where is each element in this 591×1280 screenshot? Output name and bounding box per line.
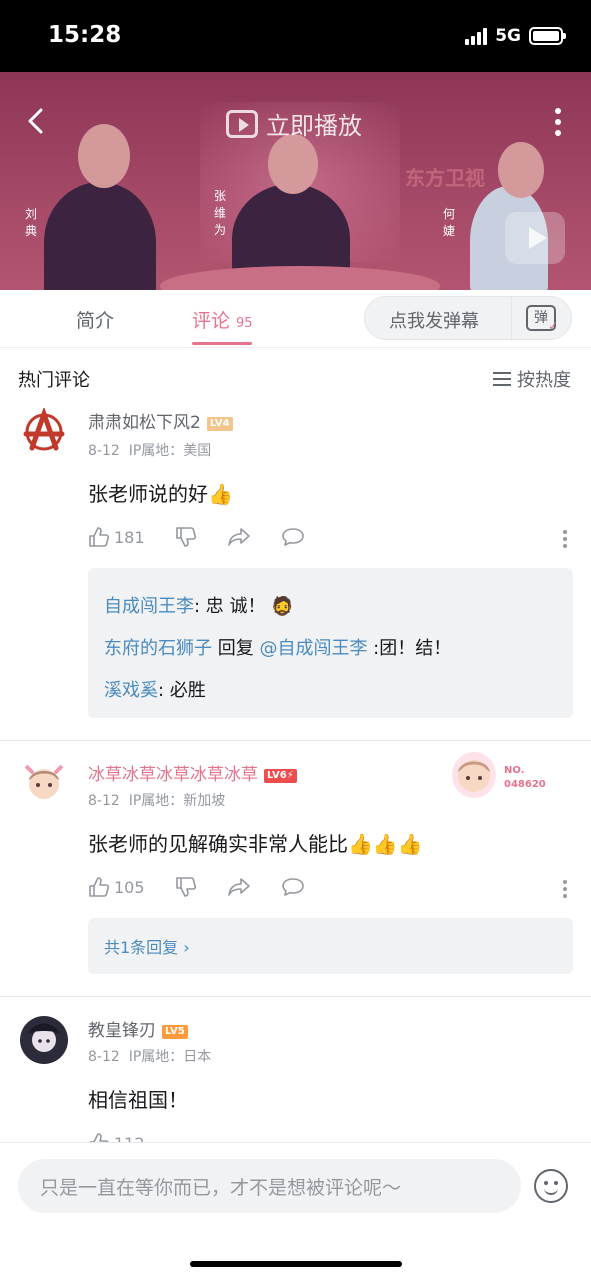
fan-number: NO. 048620 [504,765,546,790]
play-now-button[interactable]: 立即播放 [226,106,362,141]
like-button[interactable]: 181 [88,526,145,548]
status-bar: 15:28 5G [0,0,591,72]
reply-username[interactable]: 自成闯王李 [104,596,194,617]
more-icon[interactable] [555,108,561,136]
username[interactable]: 肃肃如松下风2 LV4 [88,408,233,433]
check-icon: ✓ [548,319,559,333]
thumbs-down-icon[interactable] [175,526,197,548]
user-avatar[interactable] [20,1016,68,1064]
thumbs-down-icon[interactable] [175,876,197,898]
fan-badge-avatar [452,752,496,798]
ip-location: IP属地：日本 [128,1049,212,1065]
like-button[interactable]: 112 [88,1132,145,1142]
tab-intro[interactable]: 简介 [76,306,114,333]
comment-date: 8-12 [88,443,120,459]
tab-comments-label: 评论 [192,310,231,332]
level-badge: LV6⚡ [264,769,297,783]
comment-text: 张老师的见解确实非常人能比👍👍👍 [88,832,423,856]
reply-icon[interactable] [281,526,305,548]
comment-date: 8-12 [88,793,120,809]
home-indicator [190,1261,402,1267]
danmu-placeholder: 点我发弹幕 [389,311,479,332]
comment-count: 95 [236,316,253,331]
ip-location: IP属地：美国 [128,443,212,459]
reply-icon[interactable] [281,876,305,898]
tab-comments[interactable]: 评论 95 [192,306,253,333]
caption-right: 何婕 [442,207,455,238]
level-badge: LV4 [206,417,233,431]
user-avatar[interactable] [20,758,68,806]
user-avatar[interactable] [20,408,68,456]
tab-active-indicator [192,342,252,345]
tv-icon [226,109,258,138]
reply-username[interactable]: 溪戏奚 [104,680,158,701]
video-watermark: 东方卫视 [405,166,485,190]
username[interactable]: 冰草冰草冰草冰草冰草 LV6⚡ [88,760,297,785]
thumbs-up-icon [89,527,110,547]
comment-meta: 8-12 IP属地：美国 [88,440,211,460]
replies-box[interactable]: 自成闯王李: 忠 诚！ 🧔 东府的石狮子 回复 @自成闯王李 :团！结！ 溪戏奚… [88,568,573,718]
reply-line: 溪戏奚: 必胜 [104,680,206,701]
level-badge: LV5 [162,1025,188,1039]
network-type: 5G [495,26,521,46]
comment-more-icon[interactable] [563,880,567,898]
username[interactable]: 教皇锋刃 LV5 [88,1016,188,1041]
hot-comments-title: 热门评论 [18,370,90,391]
comment-actions: 105 [88,876,305,898]
comment-input-bar: 只是一直在等你而已，才不是想被评论呢～ [0,1142,591,1280]
divider [0,740,591,741]
like-button[interactable]: 105 [88,876,145,898]
reply-line: 自成闯王李: 忠 诚！ 🧔 [104,596,294,617]
play-now-label: 立即播放 [266,112,362,140]
comment-meta: 8-12 IP属地：日本 [88,1046,211,1066]
view-replies-link[interactable]: 共1条回复 › [104,934,190,958]
status-time: 15:28 [48,22,122,48]
ip-location: IP属地：新加坡 [128,793,226,809]
share-icon[interactable] [227,526,251,548]
comment-meta: 8-12 IP属地：新加坡 [88,790,225,810]
thumbs-up-icon [89,877,110,897]
comment-item: 肃肃如松下风2 LV4 8-12 IP属地：美国 张老师说的好👍 181 自成闯王… [0,400,591,740]
comment-actions: 181 [88,526,305,548]
share-icon[interactable] [227,876,251,898]
danmu-input[interactable]: 点我发弹幕 弹 ✓ [364,296,572,340]
comment-item: 冰草冰草冰草冰草冰草 LV6⚡ NO. 048620 8-12 IP属地：新加坡 … [0,752,591,992]
emoji-icon[interactable] [534,1169,568,1203]
back-icon[interactable] [24,106,48,136]
video-person-left [44,182,156,290]
sort-label: 按热度 [517,370,571,391]
danmu-toggle-button[interactable]: 弹 ✓ [511,297,571,339]
fan-badge: NO. 048620 [452,752,562,802]
like-count: 105 [114,877,145,897]
video-table [160,266,440,290]
caption-left: 刘典 [24,207,37,238]
like-count: 112 [114,1134,145,1143]
comment-item: 教皇锋刃LV5 8-12 IP属地：日本 相信祖国！ 112 [0,1008,591,1142]
reply-mention[interactable]: @自成闯王李 [259,638,367,659]
sort-icon [493,372,511,386]
reply-username[interactable]: 东府的石狮子 [104,638,212,659]
comment-text: 张老师说的好👍 [88,482,233,506]
signal-icon [465,27,488,45]
tab-bar: 简介 评论 95 点我发弹幕 弹 ✓ [0,290,591,348]
comment-actions: 112 [88,1132,145,1142]
comment-more-icon[interactable] [563,530,567,548]
replies-box[interactable]: 共1条回复 › [88,918,573,974]
comment-date: 8-12 [88,1049,120,1065]
reply-line: 东府的石狮子 回复 @自成闯王李 :团！结！ [104,638,452,659]
caption-center: 张维为 [213,189,226,237]
like-count: 181 [114,527,145,547]
thumbs-up-icon [89,1133,109,1142]
battery-icon [529,27,566,45]
sort-button[interactable]: 按热度 [493,366,571,392]
divider [0,996,591,997]
video-player[interactable]: 东方卫视 刘典 张维为 何婕 立即播放 [0,72,591,290]
bilibili-logo [505,212,565,264]
comment-text: 相信祖国！ [88,1088,188,1112]
comment-input[interactable]: 只是一直在等你而已，才不是想被评论呢～ [18,1159,521,1213]
